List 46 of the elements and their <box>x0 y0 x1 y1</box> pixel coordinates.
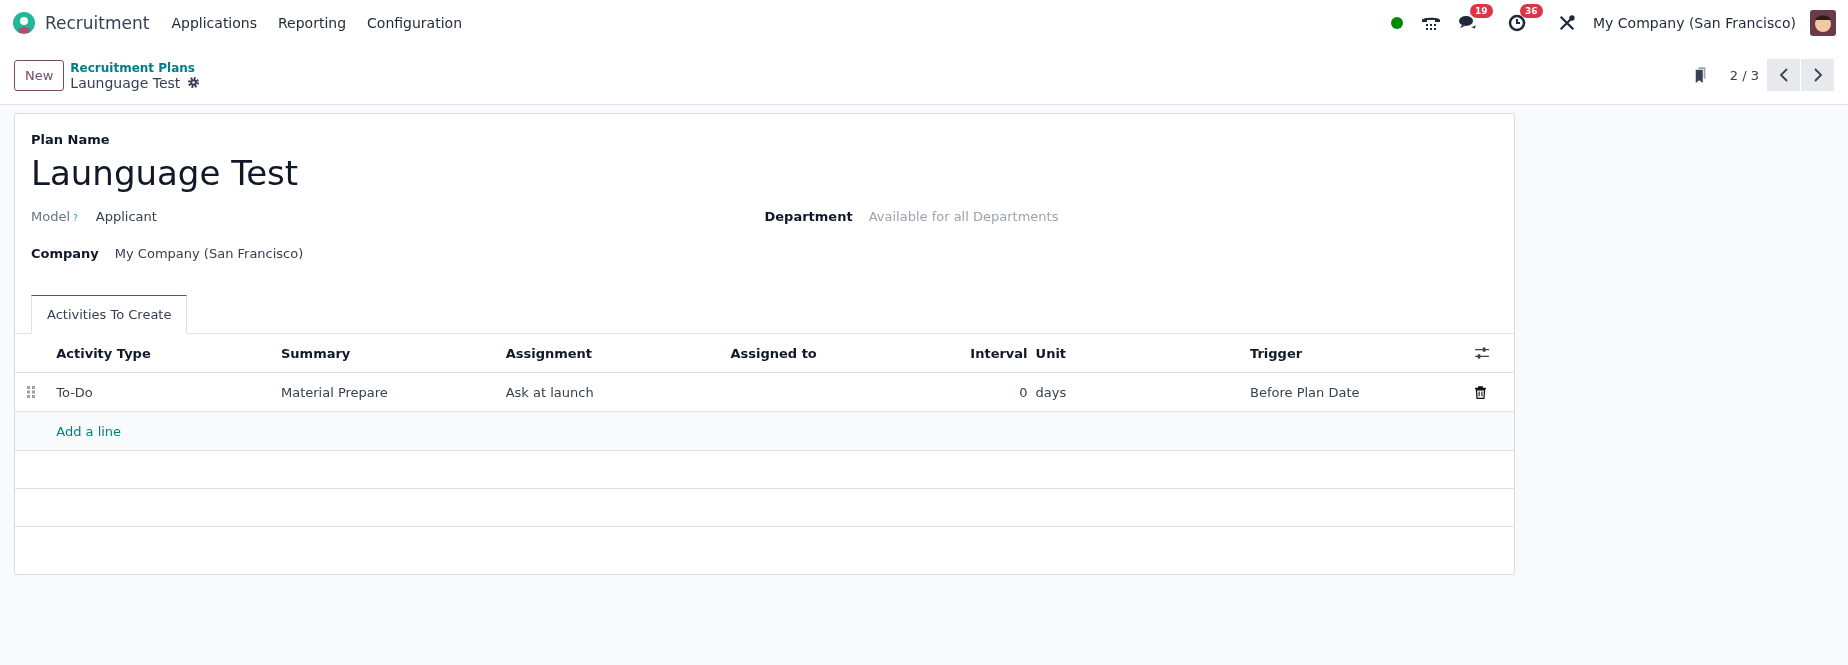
menu-item[interactable]: Configuration <box>367 15 462 31</box>
table-cell: Material Prepare <box>280 372 506 412</box>
table-cell: To-Do <box>56 372 281 412</box>
plan-name-field[interactable]: Launguage Test <box>31 153 1498 193</box>
drag-handle-icon[interactable] <box>27 386 35 398</box>
column-header[interactable]: Summary <box>280 334 506 373</box>
chevron-left-icon <box>1778 67 1789 83</box>
avatar-icon[interactable] <box>1810 10 1836 36</box>
chevron-right-icon <box>1812 67 1823 83</box>
tools-icon[interactable] <box>1558 14 1577 32</box>
field-label: Plan Name <box>31 132 111 147</box>
company-field[interactable]: My Company (San Francisco) <box>114 246 304 261</box>
column-header[interactable]: Interval <box>955 334 1036 373</box>
field-label: Model <box>31 209 71 224</box>
column-header[interactable]: Assigned to <box>730 334 956 373</box>
table-cell: 0 <box>955 372 1036 412</box>
table-cell: Ask at launch <box>505 372 731 412</box>
bookmarks-icon[interactable] <box>1693 66 1708 84</box>
column-header[interactable]: Assignment <box>505 334 731 373</box>
menu-item[interactable]: Applications <box>171 15 257 31</box>
pager-value[interactable]: 2 / 3 <box>1729 67 1759 83</box>
sliders-icon[interactable] <box>1474 347 1489 359</box>
previous-button[interactable] <box>1767 59 1800 91</box>
column-header[interactable]: Unit <box>1035 334 1250 373</box>
record-name: Launguage Test <box>70 74 181 91</box>
gear-icon[interactable] <box>187 76 201 89</box>
counter-badge: 36 <box>1520 4 1543 18</box>
menu-item[interactable]: Reporting <box>278 15 347 31</box>
tab[interactable]: Activities To Create <box>31 295 188 334</box>
table-cell: Before Plan Date <box>1250 372 1475 412</box>
next-button[interactable] <box>1801 59 1834 91</box>
breadcrumb-link[interactable]: Recruitment Plans <box>70 60 195 75</box>
table-cell: days <box>1035 372 1250 412</box>
status-dot <box>1391 17 1404 29</box>
model-field[interactable]: Applicant <box>95 209 157 224</box>
field-label: Department <box>764 209 853 224</box>
column-header[interactable]: Activity Type <box>56 334 281 373</box>
company-switcher[interactable]: My Company (San Francisco) <box>1593 15 1796 31</box>
counter-badge: 19 <box>1470 4 1493 18</box>
app-logo-icon[interactable] <box>12 11 36 35</box>
trash-icon[interactable] <box>1474 385 1486 399</box>
field-label: Company <box>31 246 99 261</box>
app-name[interactable]: Recruitment <box>45 13 150 33</box>
add-line-link[interactable]: Add a line <box>56 423 122 439</box>
new-button[interactable]: New <box>14 59 65 91</box>
column-header[interactable]: Trigger <box>1250 334 1475 373</box>
